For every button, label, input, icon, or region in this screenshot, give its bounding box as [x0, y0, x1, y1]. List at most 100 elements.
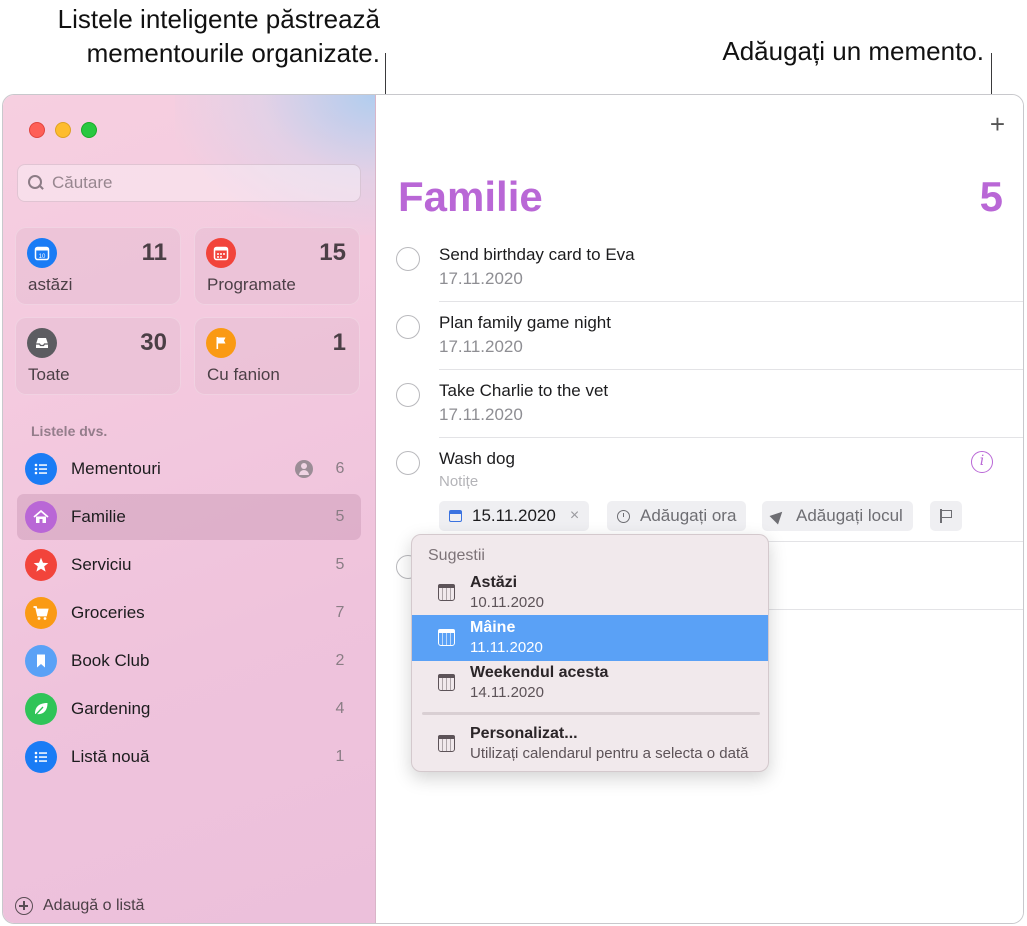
smart-list-flagged[interactable]: 1 Cu fanion — [194, 317, 360, 395]
clear-date-icon[interactable]: × — [570, 507, 579, 525]
my-lists-heading: Listele dvs. — [31, 423, 108, 439]
row-divider — [439, 437, 1023, 438]
sidebar-item-label: Gardening — [71, 699, 151, 718]
sidebar-item-label: Book Club — [71, 651, 150, 670]
smart-list-count: 15 — [319, 239, 346, 266]
house-icon — [25, 501, 57, 533]
smart-list-count: 1 — [332, 329, 346, 356]
plus-circle-icon — [15, 897, 33, 915]
calendar-icon — [438, 674, 455, 691]
reminder-notes-field[interactable]: Notițe — [439, 473, 478, 490]
search-field[interactable] — [17, 164, 361, 202]
cart-icon — [25, 597, 57, 629]
stage: Listele inteligente păstrează mementouri… — [0, 0, 1027, 926]
sidebar-item-count: 5 — [335, 508, 345, 525]
calendar-icon — [438, 629, 455, 646]
info-icon[interactable]: i — [971, 451, 993, 473]
location-arrow-icon — [769, 507, 787, 525]
main-content: + Familie 5 Send birthday card to Eva 17… — [376, 95, 1023, 923]
suggestion-date: 14.11.2020 — [470, 684, 544, 701]
suggestion-this-weekend[interactable]: Weekendul acesta 14.11.2020 — [412, 660, 768, 706]
shared-person-icon — [295, 460, 313, 478]
suggestion-description: Utilizați calendarul pentru a selecta o … — [470, 745, 749, 762]
sidebar-item-count: 2 — [335, 652, 345, 669]
suggestion-tomorrow[interactable]: Mâine 11.11.2020 — [412, 615, 768, 661]
list-count: 5 — [979, 173, 1003, 220]
calendar-icon — [438, 584, 455, 601]
list-icon — [25, 453, 57, 485]
reminder-title[interactable]: Wash dog — [439, 449, 515, 469]
calendar-icon — [438, 735, 455, 752]
add-location-label: Adăugați locul — [796, 506, 903, 525]
reminder-title[interactable]: Take Charlie to the vet — [439, 381, 608, 401]
close-window-button[interactable] — [29, 122, 45, 138]
sidebar-item-groceries[interactable]: Groceries 7 — [17, 590, 361, 636]
smart-list-label: Programate — [207, 275, 296, 294]
suggestion-date: 10.11.2020 — [470, 594, 544, 611]
popup-title: Sugestii — [428, 547, 485, 564]
svg-text:10: 10 — [39, 254, 46, 260]
list-title: Familie — [398, 173, 543, 220]
flag-icon — [206, 328, 236, 358]
smart-list-scheduled[interactable]: 15 Programate — [194, 227, 360, 305]
sidebar-item-book-club[interactable]: Book Club 2 — [17, 638, 361, 684]
leaf-icon — [25, 693, 57, 725]
flag-chip[interactable] — [930, 501, 962, 531]
suggestion-custom[interactable]: Personalizat... Utilizați calendarul pen… — [412, 721, 768, 767]
date-chip[interactable]: 15.11.2020 × — [439, 501, 590, 531]
smart-list-count: 11 — [141, 239, 167, 266]
sidebar-item-count: 4 — [335, 700, 345, 717]
smart-list-count: 30 — [140, 329, 167, 356]
sidebar-item-label: Mementouri — [71, 459, 161, 478]
reminder-checkbox[interactable] — [396, 451, 420, 475]
sidebar: 10 11 astăzi 15 Programate 30 Toate — [3, 95, 376, 923]
reminder-checkbox[interactable] — [396, 383, 420, 407]
sidebar-item-label: Serviciu — [71, 555, 132, 574]
suggestion-today[interactable]: Astăzi 10.11.2020 — [412, 570, 768, 616]
reminder-checkbox[interactable] — [396, 315, 420, 339]
app-window: 10 11 astăzi 15 Programate 30 Toate — [2, 94, 1024, 924]
sidebar-item-serviciu[interactable]: Serviciu 5 — [17, 542, 361, 588]
smart-list-label: Cu fanion — [207, 365, 280, 384]
add-list-button[interactable]: Adaugă o listă — [15, 897, 144, 915]
suggestion-title: Mâine — [470, 619, 516, 636]
calendar-icon — [206, 238, 236, 268]
add-time-label: Adăugați ora — [640, 506, 737, 525]
sidebar-item-mementouri[interactable]: Mementouri 6 — [17, 446, 361, 492]
reminder-title[interactable]: Send birthday card to Eva — [439, 245, 635, 265]
date-chip-label: 15.11.2020 — [472, 506, 556, 525]
smart-list-today[interactable]: 10 11 astăzi — [15, 227, 181, 305]
smart-list-all[interactable]: 30 Toate — [15, 317, 181, 395]
reminder-title[interactable]: Plan family game night — [439, 313, 611, 333]
smart-list-label: Toate — [28, 365, 70, 384]
add-reminder-button[interactable]: + — [990, 111, 1005, 137]
bookmark-icon — [25, 645, 57, 677]
tray-icon — [27, 328, 57, 358]
star-icon — [25, 549, 57, 581]
reminder-date: 17.11.2020 — [439, 405, 523, 424]
zoom-window-button[interactable] — [81, 122, 97, 138]
calendar-icon — [449, 510, 462, 522]
sidebar-item-gardening[interactable]: Gardening 4 — [17, 686, 361, 732]
sidebar-item-count: 6 — [335, 460, 345, 477]
minimize-window-button[interactable] — [55, 122, 71, 138]
search-input[interactable] — [52, 173, 342, 193]
add-time-chip[interactable]: Adăugați ora — [607, 501, 747, 531]
reminder-row-editing: Wash dog Notițe i 15.11.2020 × Adăugați … — [396, 443, 1023, 543]
callout-add-reminder: Adăugați un memento. — [722, 36, 984, 66]
calendar-today-icon: 10 — [27, 238, 57, 268]
list-icon — [25, 741, 57, 773]
add-location-chip[interactable]: Adăugați locul — [762, 501, 913, 531]
search-icon — [28, 175, 44, 191]
smart-list-label: astăzi — [28, 275, 73, 294]
sidebar-item-familie[interactable]: Familie 5 — [17, 494, 361, 540]
callout-smart-lists: Listele inteligente păstrează mementouri… — [57, 4, 380, 68]
reminder-checkbox[interactable] — [396, 247, 420, 271]
reminder-date: 17.11.2020 — [439, 269, 523, 288]
sidebar-item-lista-noua[interactable]: Listă nouă 1 — [17, 734, 361, 780]
sidebar-item-label: Groceries — [71, 603, 145, 622]
reminder-row: Send birthday card to Eva 17.11.2020 — [396, 239, 1023, 302]
suggestion-title: Personalizat... — [470, 725, 578, 742]
suggestion-title: Astăzi — [470, 574, 518, 591]
sidebar-item-label: Listă nouă — [71, 747, 150, 766]
